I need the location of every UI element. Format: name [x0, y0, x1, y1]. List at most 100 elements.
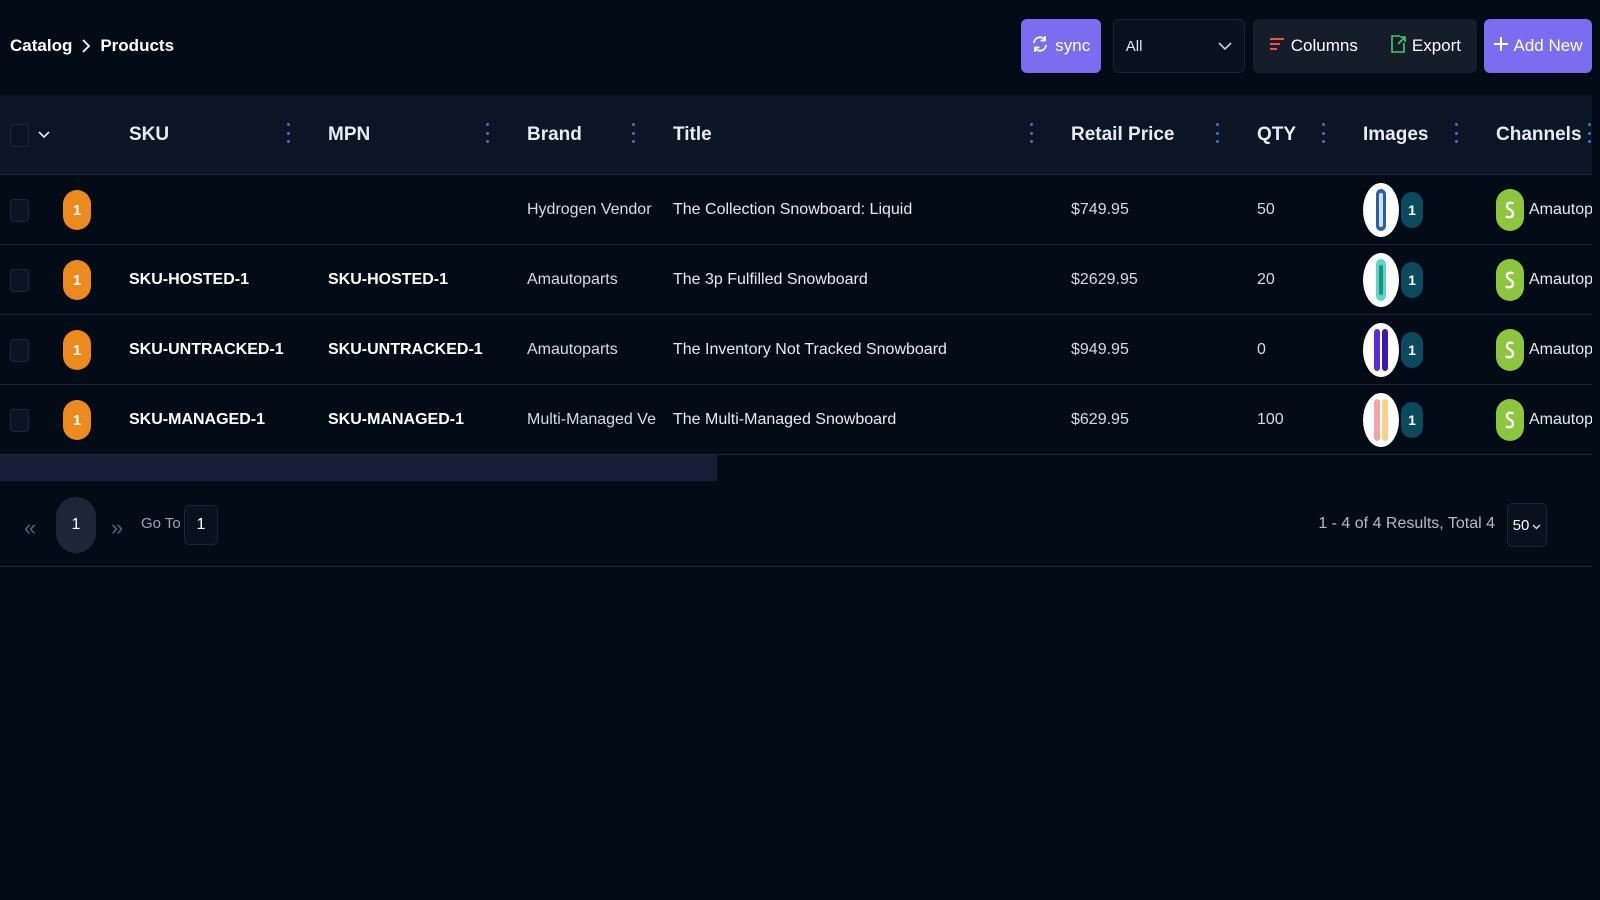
column-menu-icon[interactable]: [485, 123, 489, 143]
product-thumbnail[interactable]: [1363, 183, 1399, 237]
cell-mpn: SKU-HOSTED-1: [328, 271, 449, 288]
channel-name: Amautoparts: [1529, 341, 1592, 358]
column-menu-icon[interactable]: [1454, 123, 1458, 143]
top-bar: Catalog Products sync All Columns Export…: [0, 0, 1600, 92]
header-mpn[interactable]: MPN: [328, 95, 370, 175]
variant-count-badge[interactable]: 1: [63, 190, 91, 230]
breadcrumb-catalog[interactable]: Catalog: [10, 36, 72, 56]
breadcrumb: Catalog Products: [10, 36, 174, 56]
pagination: « 1 » Go To 1 - 4 of 4 Results, Total 4 …: [0, 497, 1592, 567]
export-button[interactable]: Export: [1374, 19, 1477, 73]
cell-title[interactable]: The Inventory Not Tracked Snowboard: [673, 315, 1053, 385]
cell-retail-price: $2629.95: [1071, 271, 1138, 288]
cell-title[interactable]: The 3p Fulfilled Snowboard: [673, 245, 1053, 315]
cell-title[interactable]: The Multi-Managed Snowboard: [673, 385, 1053, 455]
table-row[interactable]: 1 Hydrogen Vendor The Collection Snowboa…: [0, 175, 1592, 245]
column-menu-icon[interactable]: [631, 123, 635, 143]
header-channels[interactable]: Channels: [1496, 95, 1582, 175]
variant-count-badge[interactable]: 1: [63, 330, 91, 370]
cell-channels: Amautoparts: [1496, 315, 1592, 385]
channel-name: Amautoparts: [1529, 201, 1592, 218]
cell-retail-price: $629.95: [1071, 411, 1129, 428]
product-thumbnail[interactable]: [1363, 393, 1399, 447]
goto-input[interactable]: [184, 505, 218, 545]
double-chevron-right-icon[interactable]: »: [111, 515, 123, 541]
cell-sku: [129, 175, 319, 245]
columns-export-group: Columns Export: [1252, 19, 1477, 73]
image-count[interactable]: 1: [1401, 262, 1423, 298]
cell-mpn: SKU-MANAGED-1: [328, 411, 464, 428]
columns-button[interactable]: Columns: [1253, 19, 1374, 73]
export-icon: [1390, 34, 1406, 58]
goto-label: Go To: [141, 515, 181, 532]
cell-qty: 0: [1257, 341, 1266, 358]
row-checkbox[interactable]: [10, 408, 29, 432]
cell-channels: Amautoparts: [1496, 175, 1592, 245]
cell-sku: SKU-MANAGED-1: [129, 411, 265, 428]
chevron-right-icon: [81, 38, 91, 54]
cell-sku: SKU-HOSTED-1: [129, 271, 250, 288]
cell-retail-price: $749.95: [1071, 201, 1129, 218]
columns-icon: [1269, 36, 1285, 57]
image-count[interactable]: 1: [1401, 402, 1423, 438]
cell-brand: Amautoparts: [527, 271, 618, 288]
chevron-down-icon[interactable]: [38, 131, 50, 139]
channel-name: Amautoparts: [1529, 271, 1592, 288]
add-new-button[interactable]: Add New: [1484, 19, 1592, 73]
cell-qty: 50: [1257, 201, 1275, 218]
column-menu-icon[interactable]: [1321, 123, 1325, 143]
scrollbar-thumb[interactable]: [0, 455, 717, 481]
row-checkbox[interactable]: [10, 268, 29, 292]
product-thumbnail[interactable]: [1363, 253, 1399, 307]
shopify-icon: [1496, 189, 1524, 231]
image-count[interactable]: 1: [1401, 192, 1423, 228]
toolbar: sync All Columns Export Add New: [1020, 19, 1592, 73]
table-row[interactable]: 1 SKU-MANAGED-1 SKU-MANAGED-1 Multi-Mana…: [0, 385, 1592, 455]
cell-mpn: SKU-UNTRACKED-1: [328, 341, 483, 358]
cell-title[interactable]: The Collection Snowboard: Liquid: [673, 175, 1053, 245]
horizontal-scrollbar[interactable]: [0, 455, 1592, 481]
header-sku[interactable]: SKU: [129, 95, 169, 175]
image-count[interactable]: 1: [1401, 332, 1423, 368]
select-all-checkbox[interactable]: [10, 123, 29, 147]
breadcrumb-products: Products: [100, 36, 175, 55]
sync-label: sync: [1055, 36, 1091, 55]
export-label: Export: [1411, 36, 1461, 55]
header-title[interactable]: Title: [673, 95, 712, 175]
select-all-control[interactable]: [10, 95, 50, 175]
cell-brand: Amautoparts: [527, 341, 618, 358]
results-summary: 1 - 4 of 4 Results, Total 4: [1318, 515, 1495, 532]
filter-select[interactable]: All: [1112, 19, 1245, 73]
filter-value: All: [1125, 37, 1143, 55]
column-menu-icon[interactable]: [1587, 123, 1591, 143]
page-1-button[interactable]: 1: [56, 497, 96, 553]
table-row[interactable]: 1 SKU-UNTRACKED-1 SKU-UNTRACKED-1 Amauto…: [0, 315, 1592, 385]
shopify-icon: [1496, 329, 1524, 371]
double-chevron-left-icon[interactable]: «: [24, 515, 36, 541]
table-header: SKU MPN Brand Title Retail Price QTY Ima…: [0, 95, 1592, 175]
chevron-down-icon: [1218, 38, 1232, 55]
row-checkbox[interactable]: [10, 198, 29, 222]
plus-icon: [1493, 36, 1508, 56]
variant-count-badge[interactable]: 1: [63, 260, 91, 300]
product-thumbnail[interactable]: [1363, 323, 1399, 377]
header-retail-price[interactable]: Retail Price: [1071, 95, 1175, 175]
variant-count-badge[interactable]: 1: [63, 400, 91, 440]
cell-qty: 20: [1257, 271, 1275, 288]
page-size-select[interactable]: 50: [1507, 503, 1547, 547]
header-qty[interactable]: QTY: [1257, 95, 1296, 175]
sync-button[interactable]: sync: [1020, 19, 1101, 73]
channel-name: Amautoparts: [1529, 411, 1592, 428]
add-new-label: Add New: [1513, 36, 1583, 55]
cell-brand: Multi-Managed Vend: [527, 411, 657, 428]
row-checkbox[interactable]: [10, 338, 29, 362]
column-menu-icon[interactable]: [1029, 123, 1033, 143]
page-size-value: 50: [1512, 516, 1530, 534]
column-menu-icon[interactable]: [286, 123, 290, 143]
header-images[interactable]: Images: [1363, 95, 1428, 175]
header-brand[interactable]: Brand: [527, 95, 582, 175]
column-menu-icon[interactable]: [1215, 123, 1219, 143]
cell-channels: Amautoparts: [1496, 385, 1592, 455]
table-row[interactable]: 1 SKU-HOSTED-1 SKU-HOSTED-1 Amautoparts …: [0, 245, 1592, 315]
shopify-icon: [1496, 399, 1524, 441]
